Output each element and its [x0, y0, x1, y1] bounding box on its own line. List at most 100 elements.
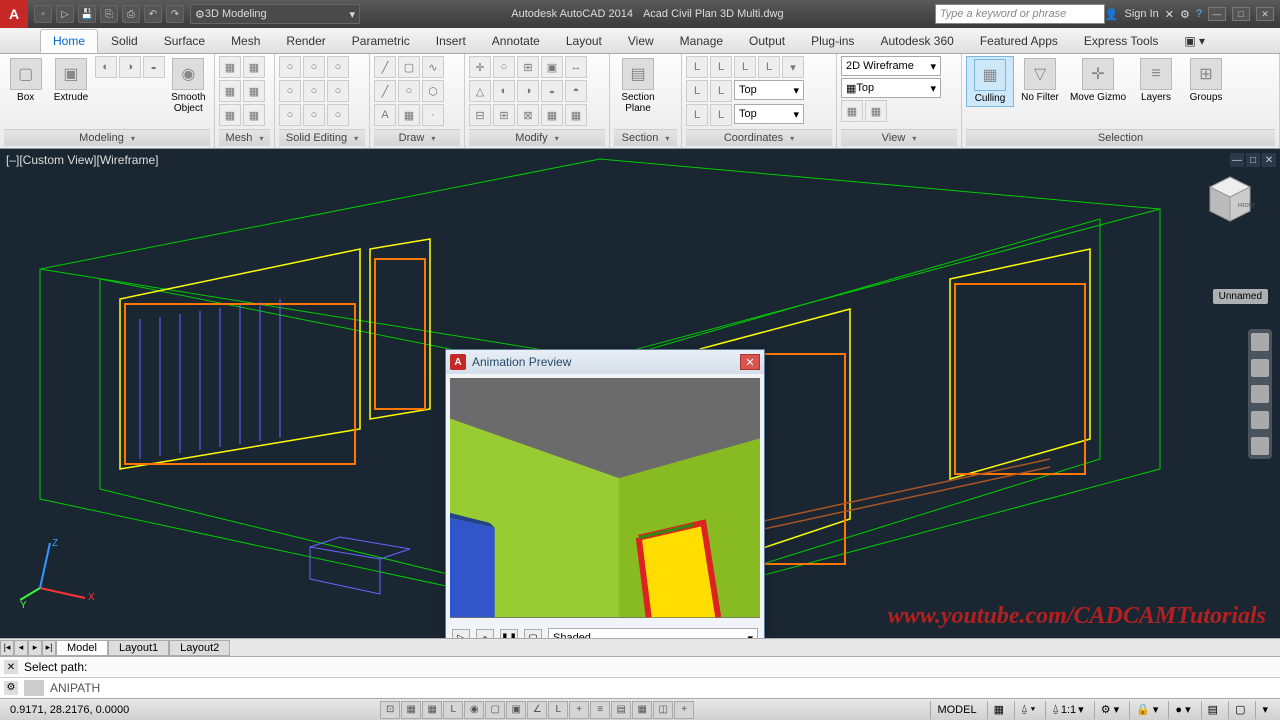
infocenter-icon[interactable]: 👤: [1105, 8, 1119, 21]
sb[interactable]: ○: [327, 80, 349, 102]
nav-wheel-icon[interactable]: [1251, 333, 1269, 351]
layout-1[interactable]: Layout1: [108, 640, 169, 656]
culling-button[interactable]: ▦Culling: [966, 56, 1014, 107]
sb[interactable]: L: [686, 80, 708, 102]
sb[interactable]: ○: [303, 80, 325, 102]
sb[interactable]: ▦: [398, 104, 420, 126]
undo-icon[interactable]: ↶: [144, 5, 162, 23]
sb[interactable]: ▦: [219, 104, 241, 126]
panel-modeling[interactable]: Modeling: [4, 129, 210, 146]
sb[interactable]: L: [734, 56, 756, 78]
sb[interactable]: ▦: [565, 104, 587, 126]
minimize-button[interactable]: —: [1208, 7, 1226, 21]
vp-close-icon[interactable]: ✕: [1262, 153, 1276, 167]
nofilter-button[interactable]: ▽No Filter: [1016, 56, 1064, 105]
sb[interactable]: L: [686, 56, 708, 78]
view-top-dropdown[interactable]: ▦ Top▾: [841, 78, 941, 98]
annotation-scale[interactable]: ⍙ 1:1 ▾: [1045, 701, 1089, 719]
sb[interactable]: ◐: [493, 80, 515, 102]
sb[interactable]: ○: [327, 56, 349, 78]
sb[interactable]: L: [710, 80, 732, 102]
tab-home[interactable]: Home: [40, 29, 98, 53]
smooth-button[interactable]: ◉Smooth Object: [167, 56, 210, 116]
tab-mesh[interactable]: Mesh: [218, 29, 273, 53]
sb[interactable]: ○: [279, 80, 301, 102]
sb[interactable]: ▦: [243, 56, 265, 78]
movegizmo-button[interactable]: ✛Move Gizmo: [1066, 56, 1130, 105]
sb-lwt[interactable]: ≡: [590, 701, 610, 719]
sb-tpy[interactable]: ▤: [611, 701, 631, 719]
sb[interactable]: ○: [327, 104, 349, 126]
record-button[interactable]: ●: [476, 629, 494, 638]
sb-am[interactable]: +: [674, 701, 694, 719]
tab-solid[interactable]: Solid: [98, 29, 151, 53]
box-button[interactable]: ▢Box: [4, 56, 47, 105]
sb[interactable]: ⊞: [517, 56, 539, 78]
lt-last-icon[interactable]: ▸|: [42, 640, 56, 656]
panel-mesh[interactable]: Mesh: [219, 129, 270, 146]
signin-link[interactable]: Sign In: [1125, 8, 1159, 20]
tab-featured[interactable]: Featured Apps: [967, 29, 1071, 53]
redo-icon[interactable]: ↷: [166, 5, 184, 23]
panel-draw[interactable]: Draw: [374, 129, 460, 146]
visual-style-dropdown[interactable]: 2D Wireframe▾: [841, 56, 941, 76]
sb-iso-icon[interactable]: ▤: [1201, 701, 1224, 719]
save-frame-button[interactable]: ▢: [524, 629, 542, 638]
sb[interactable]: ↔: [565, 56, 587, 78]
sb[interactable]: ○: [303, 56, 325, 78]
sb-grid[interactable]: ▦: [422, 701, 442, 719]
tab-render[interactable]: Render: [273, 29, 338, 53]
sb[interactable]: L: [758, 56, 780, 78]
sb[interactable]: △: [469, 80, 491, 102]
cmd-close-icon[interactable]: ✕: [4, 660, 18, 674]
tab-express[interactable]: Express Tools: [1071, 29, 1171, 53]
lt-first-icon[interactable]: |◂: [0, 640, 14, 656]
tab-plugins[interactable]: Plug-ins: [798, 29, 867, 53]
sb[interactable]: ⊟: [469, 104, 491, 126]
sb[interactable]: ▦: [243, 104, 265, 126]
play-button[interactable]: ▷: [452, 629, 470, 638]
dialog-titlebar[interactable]: A Animation Preview ✕: [446, 350, 764, 374]
layers-button[interactable]: ≡Layers: [1132, 56, 1180, 105]
sb[interactable]: ▦: [865, 100, 887, 122]
new-icon[interactable]: ▫: [34, 5, 52, 23]
tab-a360[interactable]: Autodesk 360: [867, 29, 966, 53]
panel-solidediting[interactable]: Solid Editing: [279, 129, 365, 146]
sb-tray-icon[interactable]: ▾: [1255, 701, 1274, 719]
sb[interactable]: ⊞: [493, 104, 515, 126]
dialog-close-button[interactable]: ✕: [740, 354, 760, 370]
sb[interactable]: ○: [279, 56, 301, 78]
open-icon[interactable]: ▷: [56, 5, 74, 23]
sb[interactable]: ○: [493, 56, 515, 78]
sb[interactable]: ○: [279, 104, 301, 126]
sb-snap[interactable]: ▦: [401, 701, 421, 719]
viewcube-icon[interactable]: FRONT: [1200, 169, 1260, 229]
sb-ws-icon[interactable]: ⚙ ▾: [1094, 701, 1125, 719]
command-line[interactable]: ✕Select path: ⚙ANIPATH: [0, 656, 1280, 698]
sb-ducs[interactable]: L: [548, 701, 568, 719]
sb[interactable]: ⬡: [422, 80, 444, 102]
sb-dyn[interactable]: +: [569, 701, 589, 719]
sb[interactable]: ▦: [219, 56, 241, 78]
sb[interactable]: ·: [422, 104, 444, 126]
pause-button[interactable]: ❚❚: [500, 629, 518, 638]
tab-view[interactable]: View: [615, 29, 667, 53]
sb-hw-icon[interactable]: ● ▾: [1168, 701, 1196, 719]
sb[interactable]: ✛: [469, 56, 491, 78]
sb-otrack[interactable]: ∠: [527, 701, 547, 719]
vp-max-icon[interactable]: □: [1246, 153, 1260, 167]
viewport-label[interactable]: [–][Custom View][Wireframe]: [6, 153, 158, 167]
section-plane-button[interactable]: ▤Section Plane: [614, 56, 662, 116]
search-input[interactable]: Type a keyword or phrase: [935, 4, 1105, 24]
sb-3dosnap[interactable]: ▣: [506, 701, 526, 719]
close-button[interactable]: ✕: [1256, 7, 1274, 21]
tab-layout[interactable]: Layout: [553, 29, 615, 53]
sb[interactable]: ▦: [243, 80, 265, 102]
sb[interactable]: ╱: [374, 56, 396, 78]
sb-grid2[interactable]: ▦: [987, 701, 1010, 719]
panel-section[interactable]: Section: [614, 129, 677, 146]
sb[interactable]: A: [374, 104, 396, 126]
groups-button[interactable]: ⊞Groups: [1182, 56, 1230, 105]
tab-output[interactable]: Output: [736, 29, 798, 53]
sb[interactable]: ∿: [422, 56, 444, 78]
